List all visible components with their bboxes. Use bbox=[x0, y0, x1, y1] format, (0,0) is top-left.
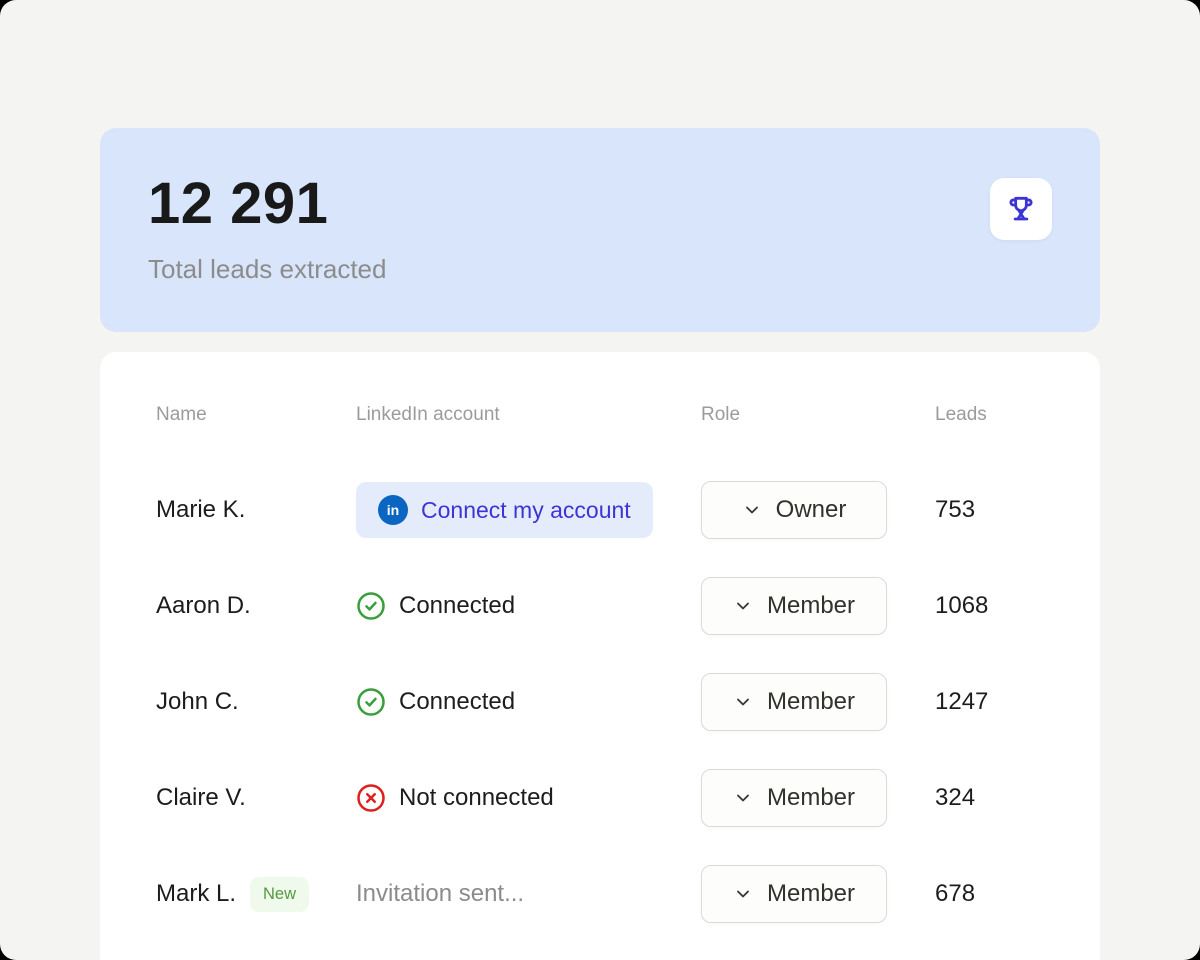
role-dropdown[interactable]: Owner bbox=[701, 481, 887, 539]
member-name: John C. bbox=[156, 688, 239, 716]
table-row: Aaron D. Connected Member 1068 bbox=[156, 558, 1044, 654]
linkedin-status-label: Invitation sent... bbox=[356, 880, 524, 908]
column-header-name: Name bbox=[156, 404, 356, 426]
table-header-row: Name LinkedIn account Role Leads bbox=[156, 404, 1044, 426]
name-cell: Claire V. bbox=[156, 784, 356, 812]
table-row: Marie K. in Connect my account Owner 753 bbox=[156, 462, 1044, 558]
column-header-role: Role bbox=[701, 404, 935, 426]
connected-check-icon bbox=[356, 591, 386, 621]
name-cell: Marie K. bbox=[156, 496, 356, 524]
leads-count: 753 bbox=[935, 496, 1044, 524]
app-canvas: 12 291 Total leads extracted Name Linked… bbox=[0, 0, 1200, 960]
connect-account-button[interactable]: in Connect my account bbox=[356, 482, 653, 538]
chevron-down-icon bbox=[733, 788, 753, 808]
linkedin-cell: Connected bbox=[356, 687, 701, 717]
linkedin-cell: Connected bbox=[356, 591, 701, 621]
member-name: Aaron D. bbox=[156, 592, 251, 620]
role-cell: Member bbox=[701, 769, 935, 827]
trophy-button[interactable] bbox=[990, 178, 1052, 240]
member-name: Mark L. bbox=[156, 880, 236, 908]
team-table-card: Name LinkedIn account Role Leads Marie K… bbox=[100, 352, 1100, 960]
linkedin-icon: in bbox=[378, 495, 408, 525]
table-row: John C. Connected Member 1247 bbox=[156, 654, 1044, 750]
total-leads-label: Total leads extracted bbox=[148, 254, 386, 285]
role-dropdown[interactable]: Member bbox=[701, 865, 887, 923]
total-leads-banner: 12 291 Total leads extracted bbox=[100, 128, 1100, 332]
role-dropdown[interactable]: Member bbox=[701, 673, 887, 731]
role-value: Member bbox=[767, 784, 855, 812]
table-row: Claire V. Not connected Member 324 bbox=[156, 750, 1044, 846]
leads-count: 324 bbox=[935, 784, 1044, 812]
chevron-down-icon bbox=[733, 692, 753, 712]
linkedin-cell: in Connect my account bbox=[356, 482, 701, 538]
member-name: Claire V. bbox=[156, 784, 246, 812]
role-cell: Member bbox=[701, 673, 935, 731]
column-header-leads: Leads bbox=[935, 404, 1044, 426]
role-dropdown[interactable]: Member bbox=[701, 769, 887, 827]
linkedin-cell: Not connected bbox=[356, 783, 701, 813]
name-cell: John C. bbox=[156, 688, 356, 716]
new-badge: New bbox=[250, 877, 309, 912]
name-cell: Mark L. New bbox=[156, 877, 356, 912]
linkedin-status-label: Not connected bbox=[399, 784, 554, 812]
chevron-down-icon bbox=[733, 884, 753, 904]
table-row: Mark L. New Invitation sent... Member 67… bbox=[156, 846, 1044, 942]
leads-count: 678 bbox=[935, 880, 1044, 908]
name-cell: Aaron D. bbox=[156, 592, 356, 620]
role-value: Member bbox=[767, 688, 855, 716]
total-leads-value: 12 291 bbox=[148, 170, 328, 237]
leads-count: 1068 bbox=[935, 592, 1044, 620]
leads-count: 1247 bbox=[935, 688, 1044, 716]
role-cell: Owner bbox=[701, 481, 935, 539]
linkedin-status-label: Connected bbox=[399, 688, 515, 716]
trophy-icon bbox=[1005, 193, 1037, 225]
role-dropdown[interactable]: Member bbox=[701, 577, 887, 635]
role-value: Member bbox=[767, 592, 855, 620]
not-connected-x-icon bbox=[356, 783, 386, 813]
connected-check-icon bbox=[356, 687, 386, 717]
linkedin-cell: Invitation sent... bbox=[356, 880, 701, 908]
role-cell: Member bbox=[701, 865, 935, 923]
member-name: Marie K. bbox=[156, 496, 245, 524]
linkedin-status-label: Connected bbox=[399, 592, 515, 620]
role-value: Owner bbox=[776, 496, 847, 524]
role-cell: Member bbox=[701, 577, 935, 635]
column-header-linkedin: LinkedIn account bbox=[356, 404, 701, 426]
chevron-down-icon bbox=[742, 500, 762, 520]
connect-account-label: Connect my account bbox=[421, 497, 631, 524]
chevron-down-icon bbox=[733, 596, 753, 616]
role-value: Member bbox=[767, 880, 855, 908]
